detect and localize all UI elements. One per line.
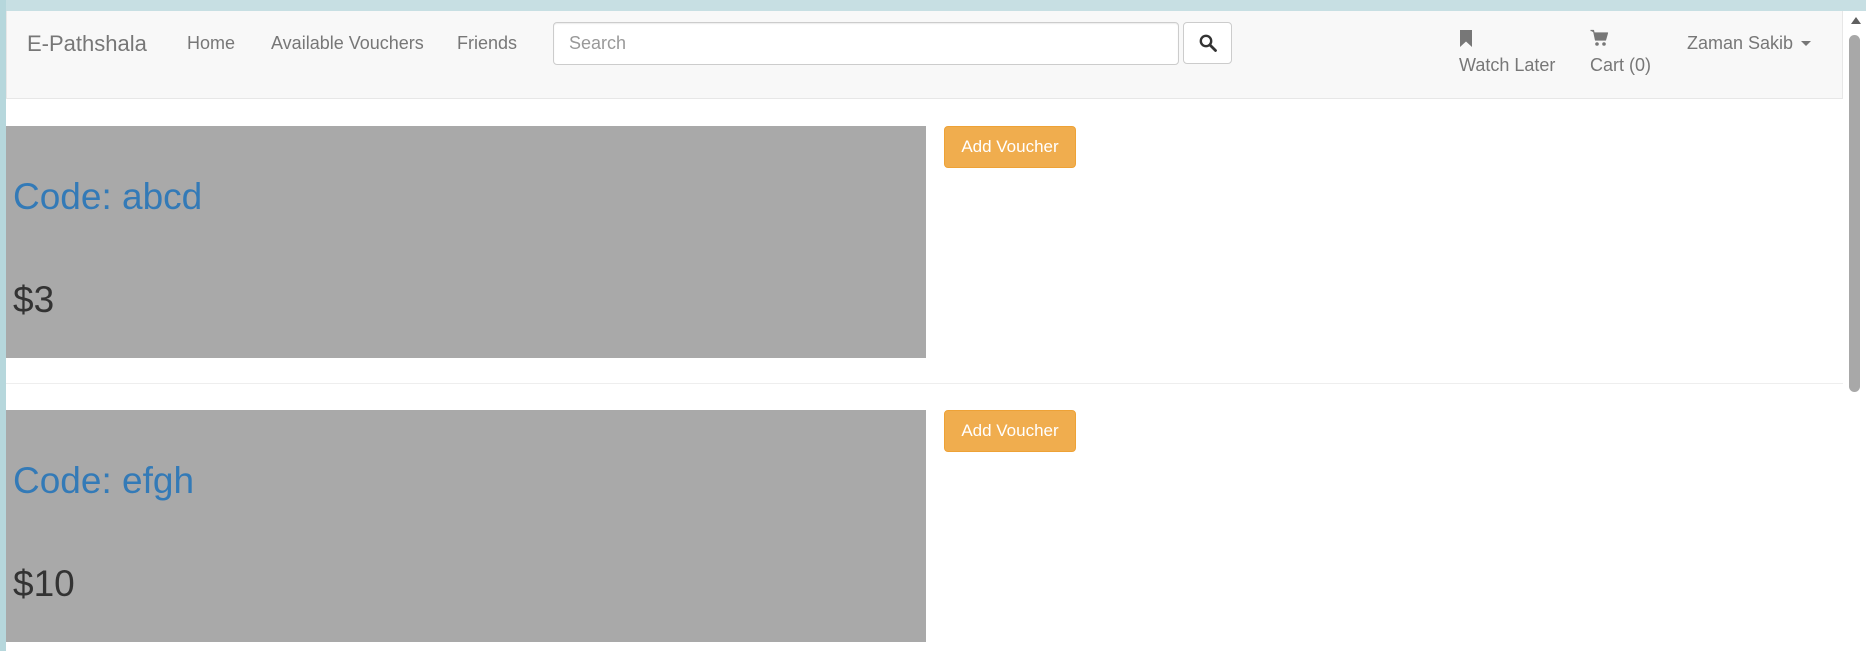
add-voucher-button[interactable]: Add Voucher <box>944 126 1076 168</box>
cart-label: Cart (0) <box>1590 55 1652 75</box>
search-button[interactable] <box>1183 22 1232 64</box>
caret-down-icon <box>1801 41 1812 46</box>
voucher-code: Code: abcd <box>13 176 203 217</box>
nav-link-friends[interactable]: Friends <box>457 33 517 54</box>
search-icon <box>1199 34 1217 52</box>
brand-link[interactable]: E-Pathshala <box>27 31 147 57</box>
vertical-scrollbar[interactable] <box>1845 11 1866 651</box>
bookmark-icon <box>1459 29 1555 51</box>
voucher-divider <box>6 383 1843 384</box>
watch-later-label: Watch Later <box>1459 55 1556 75</box>
voucher-card: Code: efgh $10 <box>6 410 926 642</box>
nav-link-home[interactable]: Home <box>187 33 235 54</box>
user-name: Zaman Sakib <box>1687 33 1794 53</box>
scrollbar-thumb[interactable] <box>1849 35 1860 392</box>
cart-link[interactable]: Cart (0) <box>1590 29 1651 76</box>
watch-later-link[interactable]: Watch Later <box>1459 29 1555 76</box>
user-dropdown[interactable]: Zaman Sakib <box>1687 33 1812 54</box>
voucher-code: Code: efgh <box>13 460 195 501</box>
search-input[interactable] <box>553 22 1179 65</box>
voucher-card: Code: abcd $3 <box>6 126 926 358</box>
scroll-up-arrow-icon[interactable] <box>1851 17 1861 24</box>
voucher-price: $3 <box>13 279 55 320</box>
voucher-price: $10 <box>13 563 75 604</box>
top-navbar: E-Pathshala Home Available Vouchers Frie… <box>6 11 1843 99</box>
cart-icon <box>1590 29 1651 51</box>
nav-link-available-vouchers[interactable]: Available Vouchers <box>271 33 424 54</box>
add-voucher-button[interactable]: Add Voucher <box>944 410 1076 452</box>
browser-top-strip <box>0 0 1866 11</box>
